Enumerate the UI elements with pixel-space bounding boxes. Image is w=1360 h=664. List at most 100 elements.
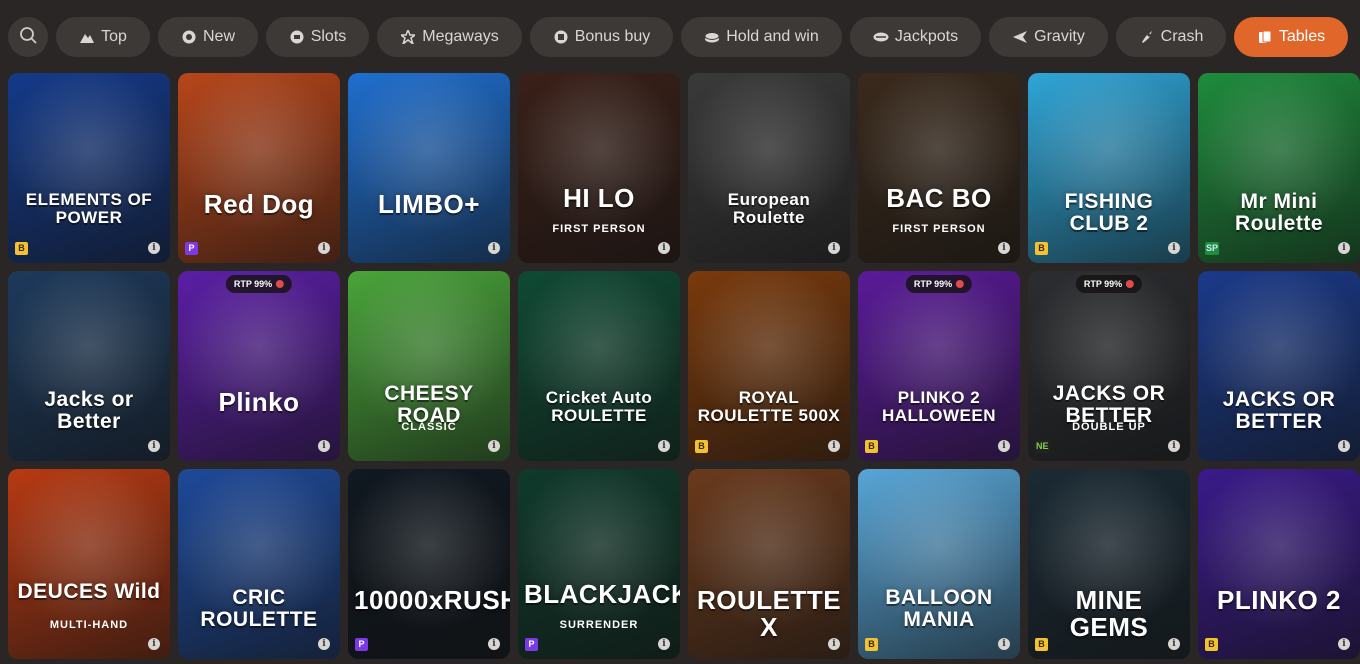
game-title: MINE GEMS <box>1069 585 1149 643</box>
filter-tables[interactable]: Tables <box>1234 17 1348 57</box>
info-icon[interactable]: i <box>318 440 330 452</box>
info-icon[interactable]: i <box>998 638 1010 650</box>
filter-label: Megaways <box>422 28 499 45</box>
game-title: DEUCES Wild <box>17 580 161 603</box>
game-tile[interactable]: 10000xRUSH Pi <box>348 469 510 659</box>
coins-icon <box>704 29 720 45</box>
filter-bonus-buy[interactable]: Bonus buy <box>530 17 673 57</box>
rtp-label: RTP 99% <box>233 279 273 289</box>
game-tile[interactable]: HI LO FIRST PERSON i <box>518 73 680 263</box>
game-tile[interactable]: CRIC ROULETTE i <box>178 469 340 659</box>
filter-label: Slots <box>310 28 347 45</box>
info-icon[interactable]: i <box>148 638 160 650</box>
game-artwork <box>688 73 850 263</box>
info-icon[interactable]: i <box>658 440 670 452</box>
filter-label: Crash <box>1160 28 1204 45</box>
game-tile[interactable]: RTP 99% Plinko i <box>178 271 340 461</box>
target-icon <box>1126 280 1135 288</box>
filter-gravity[interactable]: Gravity <box>989 17 1108 57</box>
filter-label: Top <box>101 28 127 45</box>
filter-crash[interactable]: Crash <box>1116 17 1226 57</box>
game-title: CRIC ROULETTE <box>200 586 318 632</box>
game-title: ELEMENTS OF POWER <box>25 190 153 227</box>
filter-new[interactable]: New <box>158 17 258 57</box>
game-tile[interactable]: JACKS OR BETTER i <box>1198 271 1360 461</box>
game-tile[interactable]: BALLOON MANIA Bi <box>858 469 1020 659</box>
game-tile[interactable]: MINE GEMS Bi <box>1028 469 1190 659</box>
new-badge-icon <box>181 29 197 45</box>
filter-megaways[interactable]: Megaways <box>377 17 522 57</box>
info-icon[interactable]: i <box>1168 440 1180 452</box>
game-tile[interactable]: RTP 99% PLINKO 2 HALLOWEEN Bi <box>858 271 1020 461</box>
category-filter-bar: Top New Slots Megaways Bonus buy Hold an… <box>8 17 1348 57</box>
game-artwork <box>348 73 510 263</box>
game-title: Jacks or Better <box>44 388 134 434</box>
game-tile[interactable]: ELEMENTS OF POWER Bi <box>8 73 170 263</box>
game-tile[interactable]: BAC BO FIRST PERSON i <box>858 73 1020 263</box>
info-icon[interactable]: i <box>1338 440 1350 452</box>
game-title: PLINKO 2 <box>1217 585 1341 615</box>
game-tile[interactable]: Mr Mini Roulette SP i <box>1198 73 1360 263</box>
game-tile[interactable]: PLINKO 2 Bi <box>1198 469 1360 659</box>
provider-logo: B <box>865 638 878 651</box>
info-icon[interactable]: i <box>1338 638 1350 650</box>
provider-logo: B <box>15 242 28 255</box>
rocket-icon <box>1139 29 1155 45</box>
filter-top[interactable]: Top <box>56 17 150 57</box>
info-icon[interactable]: i <box>488 440 500 452</box>
info-icon[interactable]: i <box>998 242 1010 254</box>
game-tile[interactable]: Cricket Auto ROULETTE i <box>518 271 680 461</box>
game-subtitle: DOUBLE UP <box>1072 421 1146 433</box>
info-icon[interactable]: i <box>828 242 840 254</box>
game-tile[interactable]: European Roulette i <box>688 73 850 263</box>
game-title: JACKS OR BETTER <box>1222 388 1336 434</box>
search-button[interactable] <box>8 17 48 57</box>
game-title: Cricket Auto ROULETTE <box>545 388 653 425</box>
game-tile[interactable]: Jacks or Better i <box>8 271 170 461</box>
filter-jackpots[interactable]: Jackpots <box>850 17 981 57</box>
info-icon[interactable]: i <box>658 242 670 254</box>
game-tile[interactable]: LIMBO+ i <box>348 73 510 263</box>
search-icon <box>19 26 37 49</box>
game-tile[interactable]: DEUCES Wild MULTI-HAND i <box>8 469 170 659</box>
game-title: BAC BO <box>886 183 992 213</box>
info-icon[interactable]: i <box>318 242 330 254</box>
provider-logo: P <box>355 638 368 651</box>
rtp-badge: RTP 99% <box>1075 275 1143 293</box>
target-icon <box>276 280 285 288</box>
game-tile[interactable]: RTP 99% JACKS OR BETTER DOUBLE UP NE i <box>1028 271 1190 461</box>
game-tile[interactable]: ROULETTE Xi <box>688 469 850 659</box>
info-icon[interactable]: i <box>488 242 500 254</box>
game-tile[interactable]: Red Dog Pi <box>178 73 340 263</box>
star-icon <box>400 29 416 45</box>
info-icon[interactable]: i <box>828 638 840 650</box>
filter-hold-and-win[interactable]: Hold and win <box>681 17 842 57</box>
game-title: FISHING CLUB 2 <box>1064 190 1154 236</box>
game-subtitle: SURRENDER <box>559 619 639 631</box>
info-icon[interactable]: i <box>658 638 670 650</box>
provider-logo: B <box>1035 242 1048 255</box>
info-icon[interactable]: i <box>1168 638 1180 650</box>
filter-label: Gravity <box>1034 28 1085 45</box>
game-title: 10000xRUSH <box>354 585 510 615</box>
info-icon[interactable]: i <box>1338 242 1350 254</box>
game-tile[interactable]: CHEESY ROAD CLASSIC i <box>348 271 510 461</box>
game-artwork <box>1198 469 1360 659</box>
info-icon[interactable]: i <box>998 440 1010 452</box>
filter-slots[interactable]: Slots <box>266 17 369 57</box>
game-tile[interactable]: FISHING CLUB 2 Bi <box>1028 73 1190 263</box>
info-icon[interactable]: i <box>148 242 160 254</box>
game-tile[interactable]: BLACKJACK SURRENDER Pi <box>518 469 680 659</box>
info-icon[interactable]: i <box>318 638 330 650</box>
rtp-label: RTP 99% <box>1083 279 1123 289</box>
game-title: LIMBO+ <box>378 189 480 219</box>
mountain-icon <box>79 29 95 45</box>
provider-logo: B <box>1035 638 1048 651</box>
info-icon[interactable]: i <box>828 440 840 452</box>
provider-logo: B <box>865 440 878 453</box>
provider-logo: P <box>525 638 538 651</box>
info-icon[interactable]: i <box>1168 242 1180 254</box>
info-icon[interactable]: i <box>488 638 500 650</box>
info-icon[interactable]: i <box>148 440 160 452</box>
game-tile[interactable]: ROYAL ROULETTE 500X Bi <box>688 271 850 461</box>
